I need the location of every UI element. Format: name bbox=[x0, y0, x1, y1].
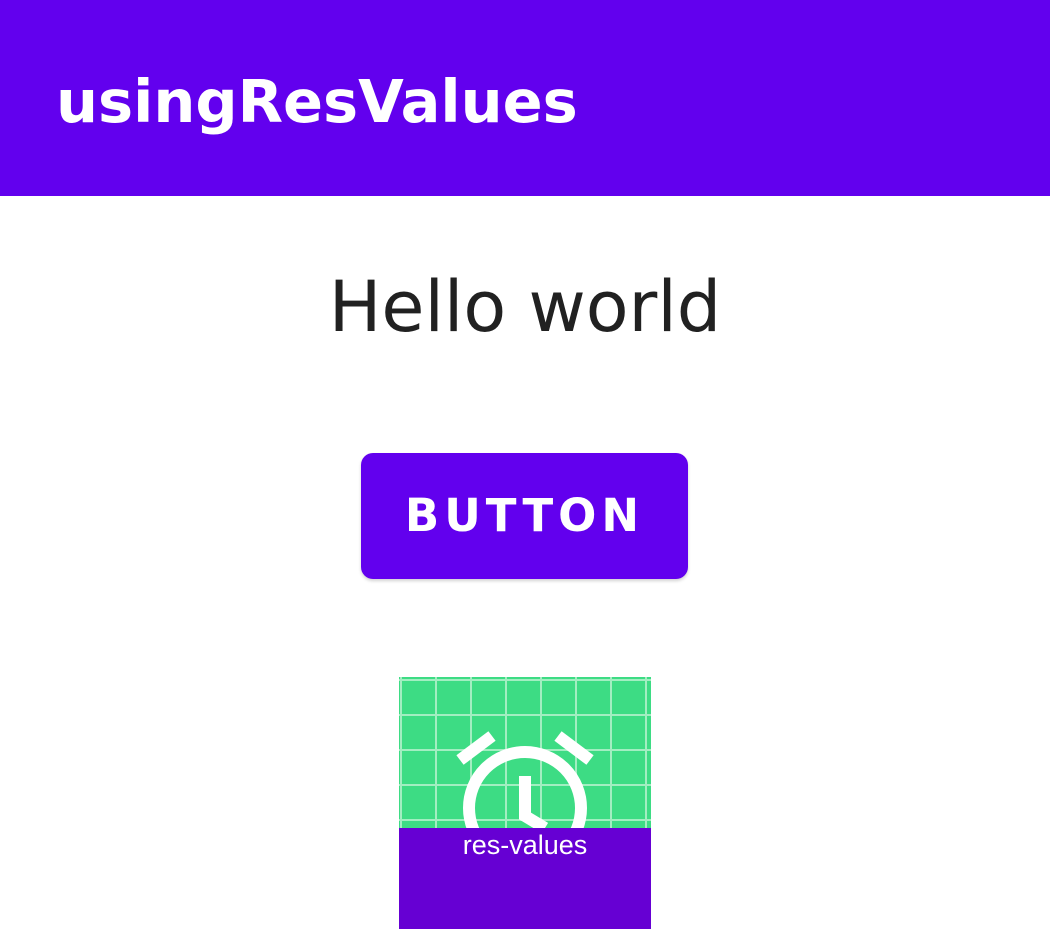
app-screen: usingResValues Hello world BUTTON res-va… bbox=[0, 0, 1050, 929]
app-bar: usingResValues bbox=[0, 0, 1050, 196]
app-title: usingResValues bbox=[56, 67, 578, 136]
app-icon-image: res-values bbox=[399, 677, 651, 929]
icon-label: res-values bbox=[462, 830, 588, 860]
greeting-text: Hello world bbox=[328, 266, 722, 348]
main-button[interactable]: BUTTON bbox=[361, 453, 688, 579]
